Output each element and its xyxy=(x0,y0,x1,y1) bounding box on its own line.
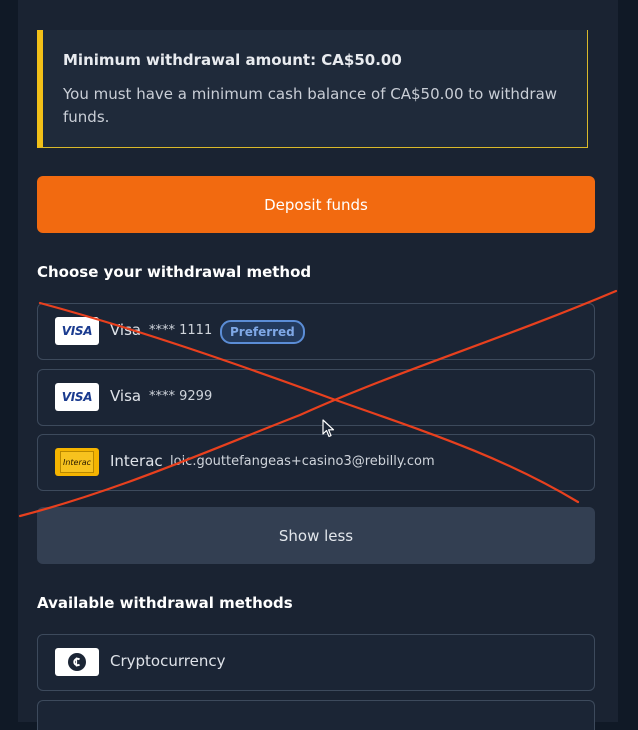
visa-logo-icon: VISA xyxy=(55,317,99,345)
mouse-pointer-icon xyxy=(322,419,335,438)
notice-body: You must have a minimum cash balance of … xyxy=(63,85,558,126)
available-methods-heading: Available withdrawal methods xyxy=(37,594,293,612)
preferred-badge: Preferred xyxy=(220,320,305,344)
withdrawal-method-heading: Choose your withdrawal method xyxy=(37,263,312,281)
show-less-button[interactable]: Show less xyxy=(37,507,595,564)
method-cryptocurrency[interactable]: Cryptocurrency xyxy=(37,634,595,691)
minimum-withdrawal-notice: Minimum withdrawal amount: CA$50.00 You … xyxy=(37,30,588,148)
visa-logo-icon: VISA xyxy=(55,383,99,411)
crypto-icon xyxy=(55,648,99,676)
method-name: Interac xyxy=(110,452,163,470)
method-name: Visa xyxy=(110,387,142,405)
notice-title: Minimum withdrawal amount: CA$50.00 xyxy=(63,51,402,69)
interac-logo-icon: Interac xyxy=(55,448,99,476)
method-visa-9299[interactable]: VISA Visa **** 9299 xyxy=(37,369,595,426)
masked-card-number: **** 9299 xyxy=(149,389,213,404)
deposit-funds-button[interactable]: Deposit funds xyxy=(37,176,595,233)
method-card-partial[interactable] xyxy=(37,700,595,730)
method-name: Cryptocurrency xyxy=(110,652,226,670)
interac-email: loic.gouttefangeas+casino3@rebilly.com xyxy=(170,454,435,469)
method-interac[interactable]: Interac Interac loic.gouttefangeas+casin… xyxy=(37,434,595,491)
masked-card-number: **** 1111 xyxy=(149,323,213,338)
method-name: Visa xyxy=(110,321,142,339)
method-visa-1111[interactable]: VISA Visa **** 1111 Preferred xyxy=(37,303,595,360)
